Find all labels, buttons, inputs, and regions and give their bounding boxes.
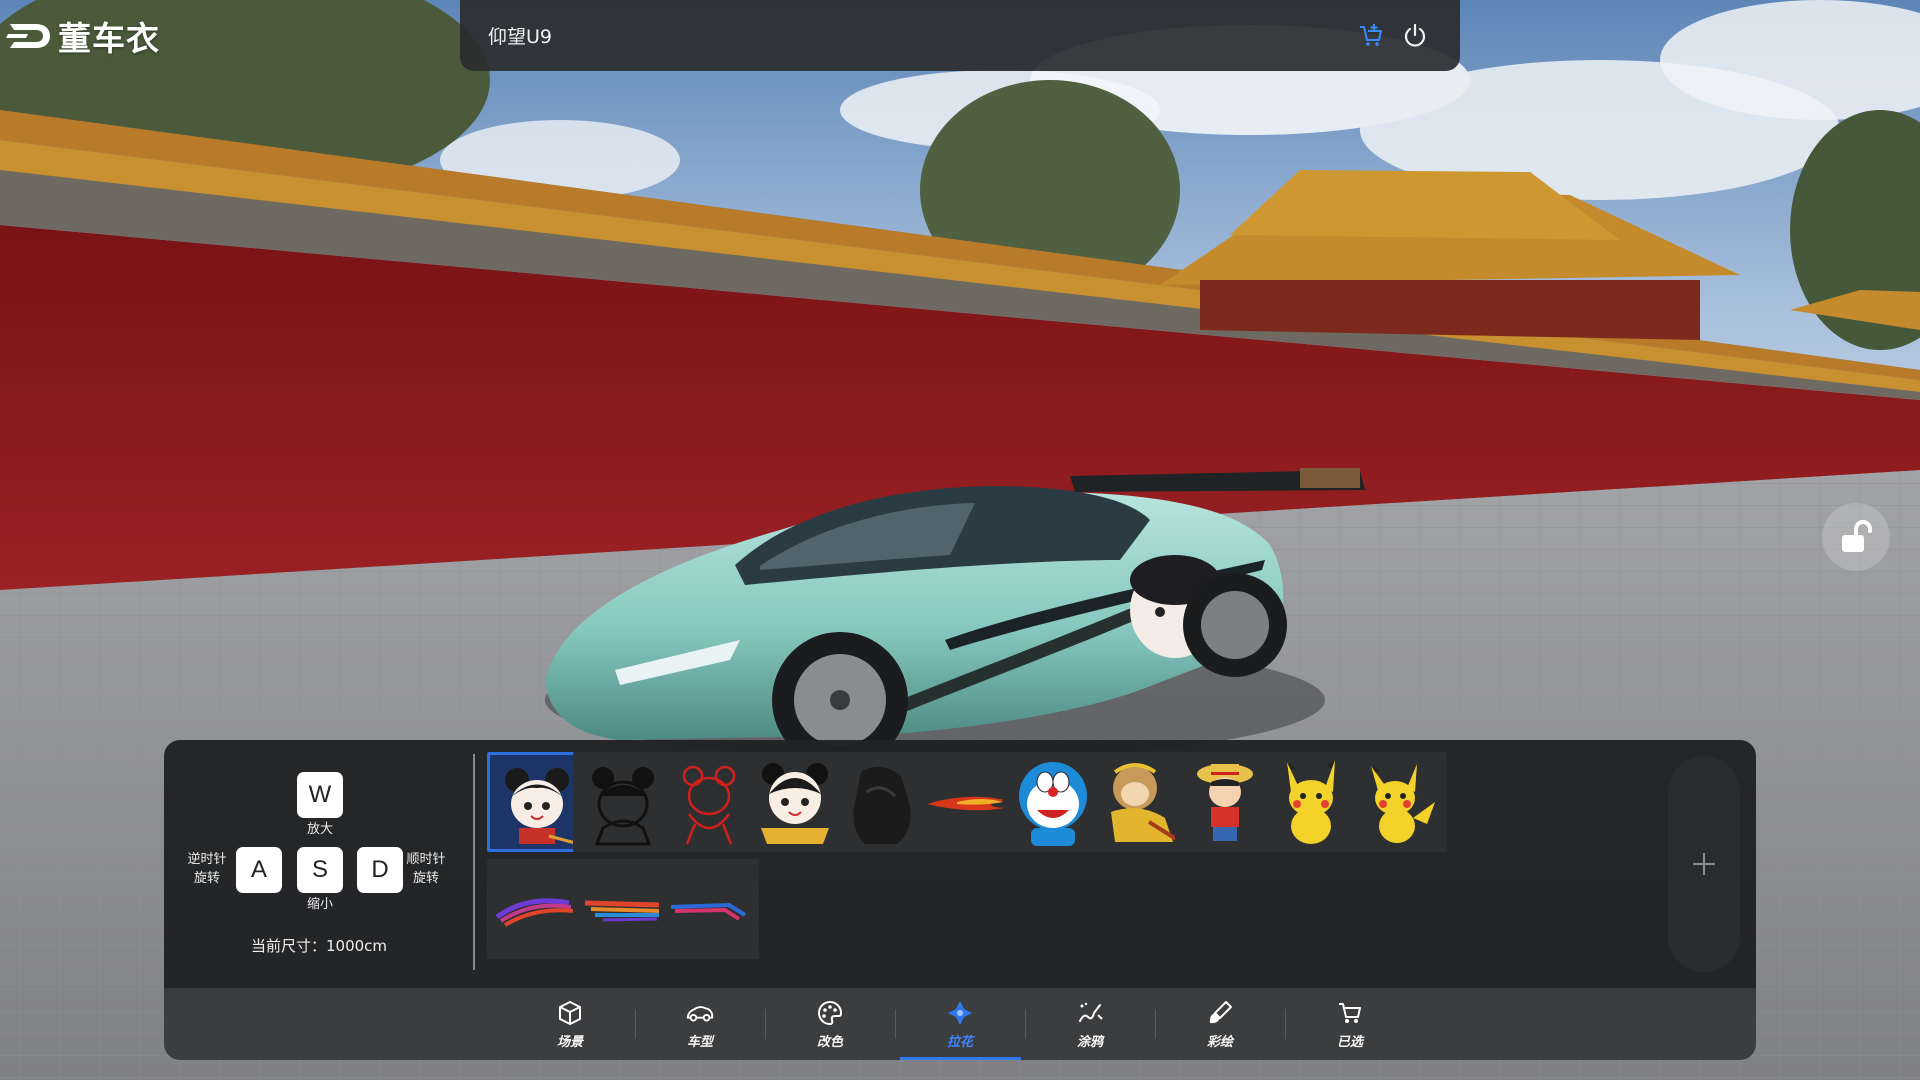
nav-item-decal[interactable]: 拉花 bbox=[896, 988, 1025, 1060]
decal-tile-doraemon[interactable] bbox=[1003, 752, 1103, 852]
model-bar: 仰望U9 bbox=[460, 0, 1460, 71]
add-decal-button[interactable] bbox=[1668, 756, 1740, 972]
decal-tile-stripe-blue-red[interactable] bbox=[659, 859, 759, 959]
nav-item-label: 彩绘 bbox=[1206, 1035, 1233, 1050]
decal-thumbnail bbox=[584, 900, 662, 922]
key-s-zoom-out[interactable]: S bbox=[297, 847, 343, 893]
decal-tile-flame-streak[interactable] bbox=[917, 752, 1017, 852]
graffiti-icon bbox=[1075, 998, 1105, 1028]
paint-brush-icon bbox=[1205, 998, 1235, 1028]
decal-thumbnail bbox=[682, 765, 736, 845]
nav-item-label: 车型 bbox=[686, 1035, 713, 1050]
lock-view-button[interactable] bbox=[1822, 503, 1890, 571]
decal-thumbnail bbox=[1287, 760, 1335, 844]
decal-thumbnail bbox=[670, 902, 747, 921]
decal-thumbnail bbox=[853, 766, 911, 844]
decal-thumbnail bbox=[761, 763, 829, 844]
add-icon bbox=[1693, 853, 1715, 875]
decal-thumbnail bbox=[1019, 762, 1087, 846]
nav-item-paint[interactable]: 彩绘 bbox=[1156, 988, 1285, 1060]
unlock-icon bbox=[1842, 520, 1872, 552]
nav-item-label: 已选 bbox=[1336, 1035, 1363, 1050]
key-d-caption: 顺时针旋转 bbox=[406, 852, 446, 886]
scene-cube-icon bbox=[555, 998, 585, 1028]
nav-item-selected[interactable]: 已选 bbox=[1286, 988, 1415, 1060]
nav-item-scene[interactable]: 场景 bbox=[506, 988, 635, 1060]
current-size: 当前尺寸：1000cm bbox=[164, 935, 474, 956]
nav-item-label: 场景 bbox=[556, 1035, 583, 1050]
decal-thumbnail bbox=[505, 768, 580, 846]
nav-item-graffiti[interactable]: 涂鸦 bbox=[1026, 988, 1155, 1060]
decal-tile-monkey-king[interactable] bbox=[1089, 752, 1189, 852]
current-size-value: 1000cm bbox=[325, 937, 388, 955]
key-w-zoom-in[interactable]: W bbox=[297, 772, 343, 818]
decal-tile-nezha-cartoon[interactable] bbox=[487, 752, 587, 852]
key-d-rotate-cw[interactable]: D bbox=[357, 847, 403, 893]
cart-icon bbox=[1335, 998, 1365, 1028]
decal-tile-panda-girl-badge[interactable] bbox=[745, 752, 845, 852]
cart-plus-icon bbox=[1360, 23, 1382, 46]
nav-item-recolor[interactable]: 改色 bbox=[766, 988, 895, 1060]
nav-item-label: 改色 bbox=[816, 1035, 843, 1050]
decal-thumbnail bbox=[927, 796, 1005, 811]
decal-tile-nezha-sketch[interactable] bbox=[573, 752, 673, 852]
decal-thumbnail bbox=[1197, 764, 1253, 841]
brand-name: 董车衣 bbox=[58, 19, 160, 58]
model-name[interactable]: 仰望U9 bbox=[488, 22, 1344, 49]
decal-tile-luffy[interactable] bbox=[1175, 752, 1275, 852]
palette-icon bbox=[815, 998, 845, 1028]
nav-item-label: 拉花 bbox=[946, 1035, 973, 1050]
key-s-caption: 缩小 bbox=[306, 897, 333, 912]
bottom-nav: 场景 车型 改色 拉花 涂鸦 彩绘 已选 bbox=[164, 988, 1756, 1060]
decal-panel: W 放大 A 逆时针旋转 S 缩小 D 顺时针旋转 当前尺寸：1000cm bbox=[164, 740, 1756, 990]
decal-flower-icon bbox=[945, 998, 975, 1028]
decal-tile-red-line-figure[interactable] bbox=[659, 752, 759, 852]
keyboard-controls: W 放大 A 逆时针旋转 S 缩小 D 顺时针旋转 当前尺寸：1000cm bbox=[164, 740, 474, 970]
key-w-caption: 放大 bbox=[306, 822, 333, 837]
decal-tile-stripe-purple-red[interactable] bbox=[487, 859, 587, 959]
key-a-rotate-ccw[interactable]: A bbox=[236, 847, 282, 893]
brand-logo-mark-icon bbox=[6, 20, 52, 52]
add-to-cart-button[interactable] bbox=[1354, 19, 1388, 53]
decal-thumbnail bbox=[592, 767, 654, 846]
decal-tile-stripe-red-blue[interactable] bbox=[573, 859, 673, 959]
decal-thumbnail bbox=[1371, 764, 1435, 843]
car-icon bbox=[685, 998, 715, 1028]
brand-logo: 董车衣 bbox=[6, 12, 160, 60]
decal-tile-pikachu-2[interactable] bbox=[1347, 752, 1447, 852]
nav-item-car-model[interactable]: 车型 bbox=[636, 988, 765, 1060]
nav-item-label: 涂鸦 bbox=[1076, 1035, 1103, 1050]
decal-thumbnail bbox=[495, 898, 574, 927]
key-a-caption: 逆时针旋转 bbox=[187, 852, 227, 886]
power-button[interactable] bbox=[1398, 19, 1432, 53]
decal-tile-pikachu[interactable] bbox=[1261, 752, 1361, 852]
current-size-label: 当前尺寸： bbox=[250, 937, 326, 955]
power-icon bbox=[1404, 23, 1426, 47]
decal-tile-dark-figure[interactable] bbox=[831, 752, 931, 852]
panel-divider bbox=[473, 754, 475, 970]
decal-thumbnail bbox=[1111, 763, 1183, 844]
